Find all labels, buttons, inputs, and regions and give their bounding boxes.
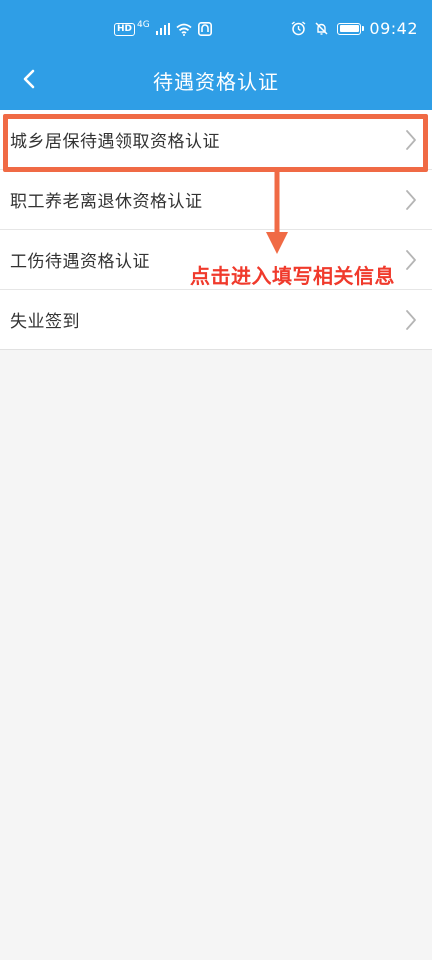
battery-icon — [337, 22, 365, 35]
status-right-group: 09:42 — [291, 19, 418, 38]
annotation-text: 点击进入填写相关信息 — [190, 264, 395, 288]
menu-item-label: 职工养老离退休资格认证 — [10, 192, 203, 212]
chevron-right-icon — [406, 190, 416, 210]
menu-item-unemployment-checkin[interactable]: 失业签到 — [0, 290, 432, 350]
app-notification-icon — [197, 22, 212, 36]
chevron-right-icon — [406, 250, 416, 270]
alarm-icon — [291, 21, 306, 36]
menu-item-label: 失业签到 — [10, 312, 80, 332]
annotation-highlight-box — [3, 114, 428, 172]
wifi-icon — [176, 23, 192, 36]
signal-icon — [155, 23, 170, 35]
status-bar: HD 4G 09:42 — [0, 0, 432, 48]
status-network-group: HD 4G — [114, 20, 212, 36]
network-type: 4G — [137, 20, 150, 30]
menu-item-label: 工伤待遇资格认证 — [10, 252, 150, 272]
status-time: 09:42 — [369, 19, 418, 38]
page-title: 待遇资格认证 — [153, 70, 279, 94]
mute-icon — [315, 22, 328, 35]
hd-badge: HD — [114, 22, 136, 36]
menu-item-retirement-certification[interactable]: 职工养老离退休资格认证 — [0, 170, 432, 230]
annotation-arrow-icon — [266, 172, 288, 254]
chevron-right-icon — [406, 310, 416, 330]
app-header: 待遇资格认证 — [0, 48, 432, 110]
